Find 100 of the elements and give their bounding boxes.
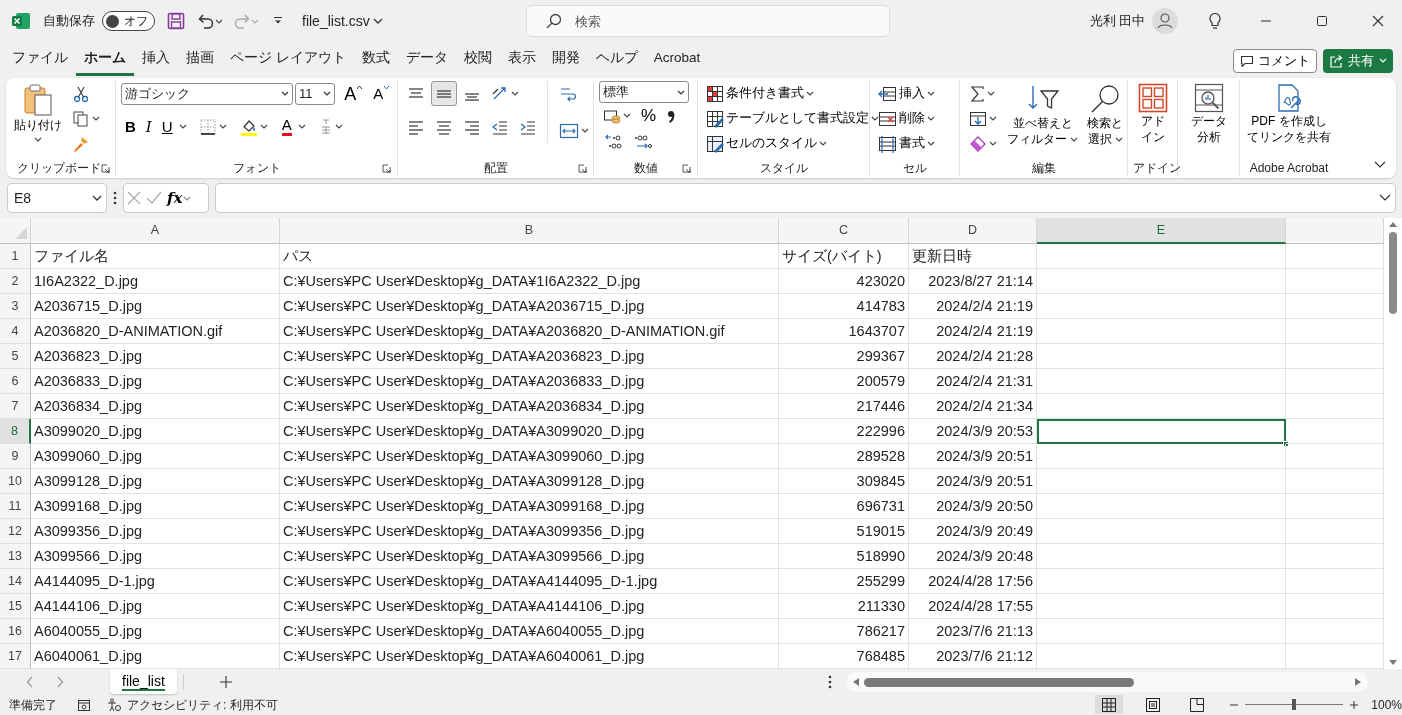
menu-tab[interactable]: ファイル [4,49,76,76]
dialog-launcher-icon[interactable] [101,163,110,173]
row-header[interactable]: 14 [0,569,31,594]
maximize-icon[interactable] [1316,15,1328,27]
menu-tab[interactable]: 挿入 [134,49,178,76]
row-header[interactable]: 1 [0,244,31,269]
merge-center-icon[interactable] [558,122,579,139]
row-header[interactable]: 8 [0,419,31,444]
view-button[interactable] [1094,695,1123,714]
row-header[interactable]: 7 [0,394,31,419]
scroll-up-icon[interactable] [1388,220,1398,228]
accounting-format-icon[interactable] [603,107,621,124]
addins-button[interactable]: アド イン [1134,81,1171,147]
underline-button[interactable]: U [157,116,177,137]
macro-record-icon[interactable] [77,697,91,712]
grow-font-button[interactable]: A [340,83,368,104]
share-button[interactable]: 共有 [1323,48,1393,73]
lightbulb-icon[interactable] [1208,12,1222,30]
dialog-launcher-icon[interactable] [382,163,391,173]
row-header[interactable]: 16 [0,619,31,644]
formula-input[interactable] [215,183,1396,213]
menu-tab[interactable]: 数式 [353,49,398,76]
align-left-icon[interactable] [407,118,425,135]
cells-menu-button[interactable]: 削除 [875,106,938,131]
styles-menu-button[interactable]: セルのスタイル [703,131,830,156]
paste-button[interactable]: 貼り付け [11,81,65,144]
dialog-launcher-icon[interactable] [682,163,691,173]
row-header[interactable]: 9 [0,444,31,469]
menu-tab[interactable]: 開発 [543,49,588,76]
column-header[interactable]: B [280,218,779,244]
increase-decimal-icon[interactable] [603,132,623,149]
cells-menu-button[interactable]: 挿入 [875,81,938,106]
sum-icon[interactable] [969,84,985,103]
save-icon[interactable] [166,12,185,30]
scissors-icon[interactable] [72,84,90,103]
font-name-dropdown[interactable]: 游ゴシック [121,82,293,105]
fill-handle[interactable] [1283,441,1289,447]
decrease-decimal-icon[interactable] [633,132,653,149]
search-field[interactable]: 検索 [526,5,890,37]
align-center-icon[interactable] [435,118,453,135]
column-header[interactable]: D [909,218,1037,244]
name-box[interactable]: E8 [7,183,107,213]
styles-menu-button[interactable]: 条件付き書式 [703,81,817,106]
menu-tab[interactable]: 校閲 [455,49,500,76]
row-header[interactable]: 2 [0,269,31,294]
dialog-launcher-icon[interactable] [578,163,587,173]
align-right-icon[interactable] [463,118,481,135]
italic-button[interactable]: I [141,116,156,137]
accessibility-icon[interactable] [107,697,121,712]
shrink-font-button[interactable]: A [369,83,395,104]
menu-tab[interactable]: ページ レイアウト [222,49,354,76]
close-icon[interactable] [1372,15,1384,27]
row-header[interactable]: 4 [0,319,31,344]
create-pdf-button[interactable]: PDF を作成し てリンクを共有 [1244,81,1334,147]
decrease-indent-icon[interactable] [491,118,509,135]
expand-icon[interactable] [1379,194,1391,202]
accessibility-status[interactable]: アクセシビリティ: 利用不可 [127,695,278,714]
menu-tab[interactable]: Acrobat [645,49,709,76]
row-header[interactable]: 11 [0,494,31,519]
menu-tab[interactable]: データ [397,49,456,76]
row-header[interactable]: 3 [0,294,31,319]
borders-icon[interactable] [199,117,218,136]
cells-menu-button[interactable]: 書式 [875,131,938,156]
percent-button[interactable]: % [637,105,661,126]
row-header[interactable]: 10 [0,469,31,494]
more-icon[interactable] [113,191,117,205]
number-format-dropdown[interactable]: 標準 [599,81,689,103]
slider-thumb[interactable] [1291,699,1296,710]
sort-filter-button[interactable]: 並べ替えと フィルター [1004,81,1081,149]
format-painter-icon[interactable] [72,134,90,153]
collapse-ribbon-icon[interactable] [1374,161,1386,169]
row-header[interactable]: 6 [0,369,31,394]
scrollbar-thumb[interactable] [1389,232,1397,314]
menu-tab[interactable]: 描画 [178,49,222,76]
file-name[interactable]: file_list.csv [302,10,370,32]
scroll-down-icon[interactable] [1388,659,1398,667]
more-icon[interactable] [827,675,832,689]
scrollbar-thumb[interactable] [863,677,1134,687]
increase-indent-icon[interactable] [519,118,537,135]
autosave-toggle[interactable]: オフ [101,11,155,31]
data-analysis-button[interactable]: データ 分析 [1187,81,1230,147]
copy-icon[interactable] [72,109,90,128]
find-select-button[interactable]: 検索と 選択 [1084,81,1126,149]
eraser-icon[interactable] [969,134,987,153]
column-header[interactable]: E [1037,218,1286,244]
customize-icon[interactable] [272,16,283,26]
fill-icon[interactable] [969,109,987,128]
add-sheet-icon[interactable] [219,676,232,688]
column-header[interactable]: C [779,218,909,244]
row-header[interactable]: 17 [0,644,31,669]
font-color-button[interactable]: A [277,116,311,137]
row-header[interactable]: 5 [0,344,31,369]
avatar-icon[interactable] [1152,8,1178,34]
font-size-dropdown[interactable]: 11 [295,82,335,105]
sheet-tab[interactable]: file_list [110,669,177,694]
zoom-in-icon[interactable] [1348,699,1359,710]
bold-button[interactable]: B [121,116,140,137]
row-header[interactable]: 12 [0,519,31,544]
row-header[interactable]: 15 [0,594,31,619]
menu-tab[interactable]: ヘルプ [587,49,646,76]
